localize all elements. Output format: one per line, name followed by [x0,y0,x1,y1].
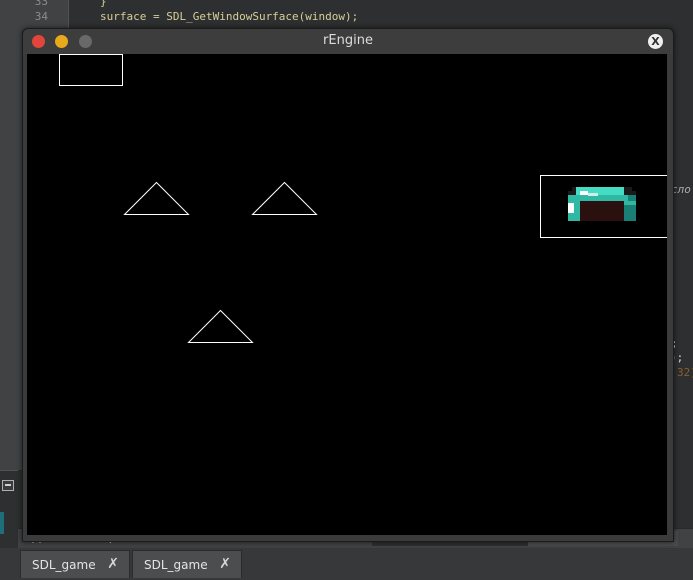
tab-sdl-game[interactable]: SDL_game ✗ [20,550,130,578]
output-tab-bar: SDL_game ✗ SDL_game ✗ [0,548,693,580]
desktop: 33 } 34 surface = SDL_GetWindowSurface(w… [0,0,693,580]
panel-selection-indicator [0,512,4,534]
tab-label: SDL_game [32,558,96,572]
window-title: rEngine [323,33,373,48]
x-close-icon[interactable]: X [648,34,663,49]
tab-label: SDL_game [144,558,208,572]
triangle-outline [251,181,318,215]
line-number: 34 [34,10,48,23]
rengine-window: rEngine X [22,28,674,542]
triangle-outline [187,309,254,343]
sprite-box [540,175,668,238]
code-line[interactable]: surface = SDL_GetWindowSurface(window); [100,9,358,25]
window-titlebar[interactable]: rEngine X [23,29,673,54]
rectangle-outline [59,54,123,86]
triangle-outline [123,181,190,215]
collapse-panel-button[interactable] [2,480,14,491]
tab-sdl-game[interactable]: SDL_game ✗ [132,550,242,578]
helmet-sprite-icon [568,187,636,221]
code-fragment: 32) [677,366,693,379]
game-canvas[interactable] [27,54,668,535]
game-scene [59,54,668,343]
close-icon[interactable]: ✗ [107,556,119,572]
close-icon[interactable]: ✗ [219,556,231,572]
